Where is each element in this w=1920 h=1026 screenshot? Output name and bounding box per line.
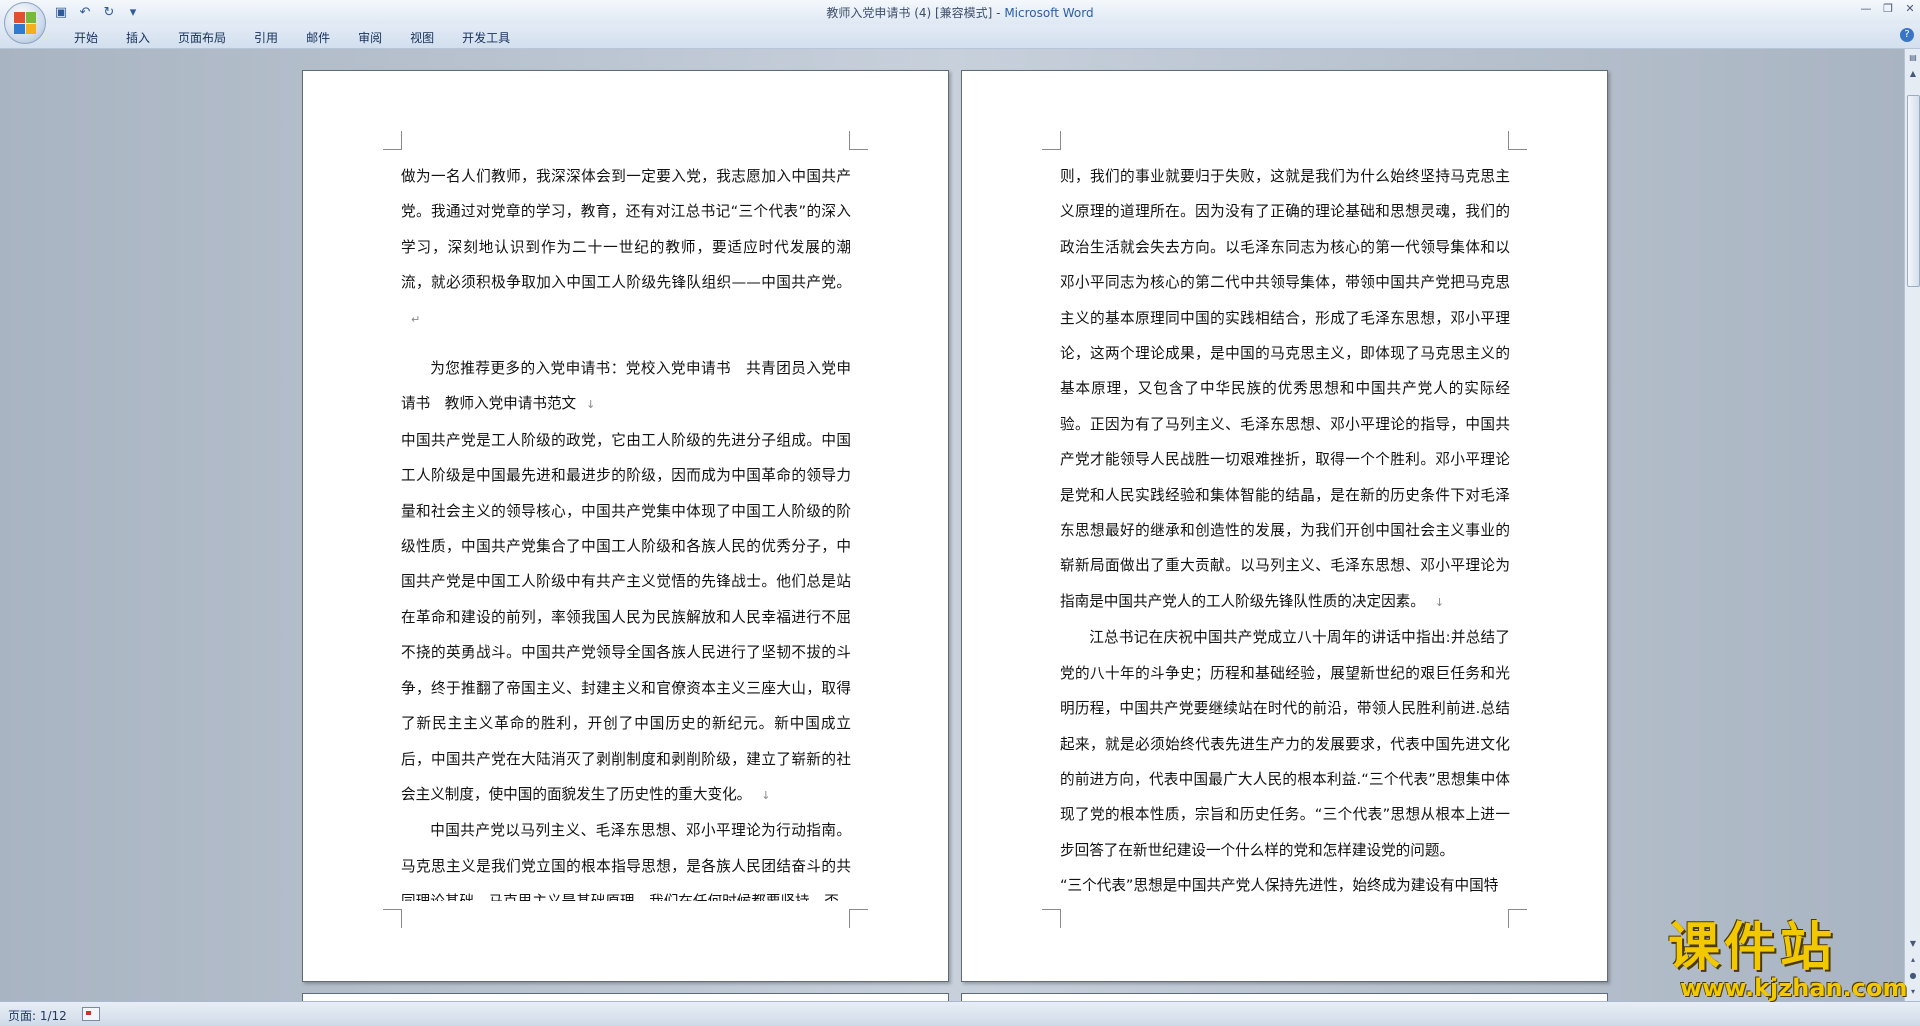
paragraph-mark-icon: ↓ bbox=[586, 398, 596, 412]
page-count-status[interactable]: 页面: 1/12 bbox=[8, 1007, 67, 1024]
office-button[interactable] bbox=[4, 2, 46, 44]
paragraph: 江总书记在庆祝中国共产党成立八十周年的讲话中指出:并总结了党的八十年的斗争史；历… bbox=[1060, 629, 1510, 859]
page-3-top[interactable] bbox=[302, 993, 949, 1001]
scroll-up-icon[interactable]: ▲ bbox=[1906, 67, 1920, 81]
tab-view[interactable]: 视图 bbox=[396, 29, 448, 46]
margin-corner-mark bbox=[1508, 909, 1527, 928]
page-1[interactable]: 做为一名人们教师，我深深体会到一定要入党，我志愿加入中国共产党。我通过对党章的学… bbox=[302, 70, 949, 982]
tab-page-layout[interactable]: 页面布局 bbox=[164, 29, 240, 46]
watermark-logo: 课件站 www.kjzhan.com bbox=[1668, 918, 1907, 1002]
paragraph-mark-icon: ↓ bbox=[761, 788, 771, 802]
tab-insert[interactable]: 插入 bbox=[112, 29, 164, 46]
ribbon-tab-bar: 开始 插入 页面布局 引用 邮件 审阅 视图 开发工具 ? bbox=[0, 24, 1920, 49]
paragraph: 做为一名人们教师，我深深体会到一定要入党，我志愿加入中国共产党。我通过对党章的学… bbox=[401, 168, 851, 326]
page-body-text[interactable]: 做为一名人们教师，我深深体会到一定要入党，我志愿加入中国共产党。我通过对党章的学… bbox=[401, 159, 851, 901]
window-title: 教师入党申请书 (4) [兼容模式] - Microsoft Word bbox=[0, 4, 1920, 21]
page-4-top[interactable] bbox=[961, 993, 1608, 1001]
paragraph: 为您推荐更多的入党申请书：党校入党申请书 共青团员入党申请书 教师入党申请书范文… bbox=[401, 360, 851, 413]
margin-corner-mark bbox=[1042, 909, 1061, 928]
title-bar: ▣ ↶ ↻ ▾ 教师入党申请书 (4) [兼容模式] - Microsoft W… bbox=[0, 0, 1920, 44]
select-browse-object-icon[interactable]: ● bbox=[1906, 969, 1920, 983]
office-logo-icon bbox=[14, 12, 36, 34]
minimize-icon[interactable]: — bbox=[1860, 2, 1872, 15]
help-icon[interactable]: ? bbox=[1900, 28, 1914, 42]
paragraph: 中国共产党是工人阶级的政党，它由工人阶级的先进分子组成。中国工人阶级是中国最先进… bbox=[401, 431, 851, 803]
previous-page-icon[interactable]: ▴ bbox=[1906, 953, 1920, 967]
paragraph: 则，我们的事业就要归于失败，这就是我们为什么始终坚持马克思主义原理的道理所在。因… bbox=[1060, 168, 1510, 610]
tab-mailings[interactable]: 邮件 bbox=[292, 29, 344, 46]
tab-developer[interactable]: 开发工具 bbox=[448, 29, 524, 46]
app-name: Microsoft Word bbox=[1004, 6, 1094, 20]
ruler-toggle-icon[interactable]: ▤ bbox=[1906, 51, 1920, 65]
document-area[interactable]: 做为一名人们教师，我深深体会到一定要入党，我志愿加入中国共产党。我通过对党章的学… bbox=[0, 49, 1904, 1001]
paragraph-mark-icon: ↓ bbox=[1434, 595, 1445, 609]
vertical-scrollbar[interactable]: ▤ ▲ ▼ ▴ ● ▾ bbox=[1904, 49, 1920, 1001]
tab-review[interactable]: 审阅 bbox=[344, 29, 396, 46]
margin-corner-mark bbox=[383, 909, 402, 928]
paragraph: 中国共产党以马列主义、毛泽东思想、邓小平理论为行动指南。马克思主义是我们党立国的… bbox=[401, 822, 851, 901]
tab-references[interactable]: 引用 bbox=[240, 29, 292, 46]
margin-corner-mark bbox=[1042, 131, 1061, 150]
status-bar: 页面: 1/12 bbox=[0, 1001, 1920, 1026]
margin-corner-mark bbox=[1508, 131, 1527, 150]
margin-corner-mark bbox=[383, 131, 402, 150]
scroll-thumb[interactable] bbox=[1907, 95, 1920, 287]
margin-corner-mark bbox=[849, 909, 868, 928]
next-page-icon[interactable]: ▾ bbox=[1906, 985, 1920, 999]
page-2[interactable]: 则，我们的事业就要归于失败，这就是我们为什么始终坚持马克思主义原理的道理所在。因… bbox=[961, 70, 1608, 982]
margin-corner-mark bbox=[849, 131, 868, 150]
restore-icon[interactable]: ❐ bbox=[1882, 2, 1894, 15]
page-body-text[interactable]: 则，我们的事业就要归于失败，这就是我们为什么始终坚持马克思主义原理的道理所在。因… bbox=[1060, 159, 1510, 901]
close-icon[interactable]: ✕ bbox=[1904, 2, 1916, 15]
watermark-url: www.kjzhan.com bbox=[1680, 974, 1908, 1002]
ribbon-tabs: 开始 插入 页面布局 引用 邮件 审阅 视图 开发工具 bbox=[60, 29, 524, 46]
proofing-status-icon[interactable] bbox=[82, 1007, 100, 1021]
tab-home[interactable]: 开始 bbox=[60, 29, 112, 46]
document-title: 教师入党申请书 (4) [兼容模式] - bbox=[826, 6, 1005, 20]
watermark-title: 课件站 bbox=[1668, 918, 1837, 978]
paragraph: “三个代表”思想是中国共产党人保持先进性，始终成为建设有中国特 bbox=[1060, 877, 1499, 895]
window-controls: — ❐ ✕ bbox=[1860, 2, 1916, 15]
scroll-down-icon[interactable]: ▼ bbox=[1906, 937, 1920, 951]
paragraph-mark-icon: ↵ bbox=[411, 312, 421, 326]
